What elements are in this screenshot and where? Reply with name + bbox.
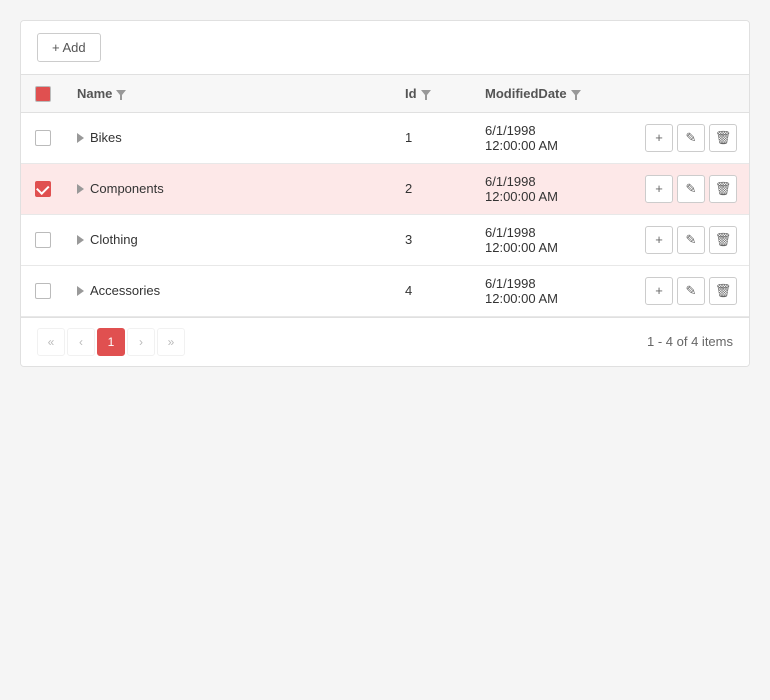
- table-row: Bikes16/1/1998 12:00:00 AM+✎🗑: [21, 112, 749, 163]
- row-add-button[interactable]: +: [645, 226, 673, 254]
- toolbar: + Add: [21, 21, 749, 75]
- row-add-button[interactable]: +: [645, 277, 673, 305]
- row-name: Clothing: [90, 232, 138, 247]
- expand-icon[interactable]: [77, 235, 84, 245]
- row-name-cell: Accessories: [65, 265, 393, 316]
- row-name: Components: [90, 181, 164, 196]
- row-id: 4: [393, 265, 473, 316]
- row-checkbox-cell: [21, 214, 65, 265]
- row-name: Bikes: [90, 130, 122, 145]
- row-delete-button[interactable]: 🗑: [709, 226, 737, 254]
- id-col-label: Id: [405, 86, 417, 101]
- name-filter-icon[interactable]: [116, 88, 126, 98]
- add-button[interactable]: + Add: [37, 33, 101, 62]
- table-header-row: Name Id Modifi: [21, 75, 749, 112]
- row-checkbox-cell: [21, 265, 65, 316]
- row-checkbox-cell: [21, 112, 65, 163]
- row-edit-button[interactable]: ✎: [677, 124, 705, 152]
- row-checkbox-cell: [21, 163, 65, 214]
- name-col-label: Name: [77, 86, 112, 101]
- data-table: Name Id Modifi: [21, 75, 749, 317]
- row-actions-cell: +✎🗑: [633, 112, 749, 163]
- page-1-button[interactable]: 1: [97, 328, 125, 356]
- expand-icon[interactable]: [77, 184, 84, 194]
- id-filter-icon[interactable]: [421, 88, 431, 98]
- first-page-button[interactable]: «: [37, 328, 65, 356]
- row-date: 6/1/1998 12:00:00 AM: [473, 265, 633, 316]
- table-row: Clothing36/1/1998 12:00:00 AM+✎🗑: [21, 214, 749, 265]
- expand-icon[interactable]: [77, 133, 84, 143]
- row-actions-cell: +✎🗑: [633, 265, 749, 316]
- row-name-cell: Clothing: [65, 214, 393, 265]
- row-name-cell: Components: [65, 163, 393, 214]
- header-name: Name: [65, 75, 393, 112]
- last-page-button[interactable]: »: [157, 328, 185, 356]
- row-edit-button[interactable]: ✎: [677, 175, 705, 203]
- row-checkbox[interactable]: [35, 130, 51, 146]
- row-checkbox[interactable]: [35, 232, 51, 248]
- row-name-cell: Bikes: [65, 112, 393, 163]
- header-date: ModifiedDate: [473, 75, 633, 112]
- row-add-button[interactable]: +: [645, 175, 673, 203]
- row-edit-button[interactable]: ✎: [677, 226, 705, 254]
- date-col-label: ModifiedDate: [485, 86, 567, 101]
- row-add-button[interactable]: +: [645, 124, 673, 152]
- row-delete-button[interactable]: 🗑: [709, 175, 737, 203]
- header-id: Id: [393, 75, 473, 112]
- row-delete-button[interactable]: 🗑: [709, 124, 737, 152]
- table-row: Accessories46/1/1998 12:00:00 AM+✎🗑: [21, 265, 749, 316]
- header-checkbox[interactable]: [35, 86, 51, 102]
- page-summary: 1 - 4 of 4 items: [647, 334, 733, 349]
- expand-icon[interactable]: [77, 286, 84, 296]
- row-actions-cell: +✎🗑: [633, 163, 749, 214]
- row-date: 6/1/1998 12:00:00 AM: [473, 163, 633, 214]
- main-container: + Add Name Id: [20, 20, 750, 367]
- row-id: 3: [393, 214, 473, 265]
- row-checkbox[interactable]: [35, 283, 51, 299]
- date-filter-icon[interactable]: [571, 88, 581, 98]
- row-delete-button[interactable]: 🗑: [709, 277, 737, 305]
- row-id: 2: [393, 163, 473, 214]
- next-page-button[interactable]: ›: [127, 328, 155, 356]
- row-checkbox[interactable]: [35, 181, 51, 197]
- row-edit-button[interactable]: ✎: [677, 277, 705, 305]
- row-id: 1: [393, 112, 473, 163]
- header-actions: [633, 75, 749, 112]
- prev-page-button[interactable]: ‹: [67, 328, 95, 356]
- table-row: Components26/1/1998 12:00:00 AM+✎🗑: [21, 163, 749, 214]
- table-body: Bikes16/1/1998 12:00:00 AM+✎🗑Components2…: [21, 112, 749, 316]
- row-actions-cell: +✎🗑: [633, 214, 749, 265]
- header-checkbox-col: [21, 75, 65, 112]
- pagination-bar: « ‹ 1 › » 1 - 4 of 4 items: [21, 317, 749, 366]
- row-name: Accessories: [90, 283, 160, 298]
- page-controls: « ‹ 1 › »: [37, 328, 185, 356]
- row-date: 6/1/1998 12:00:00 AM: [473, 214, 633, 265]
- row-date: 6/1/1998 12:00:00 AM: [473, 112, 633, 163]
